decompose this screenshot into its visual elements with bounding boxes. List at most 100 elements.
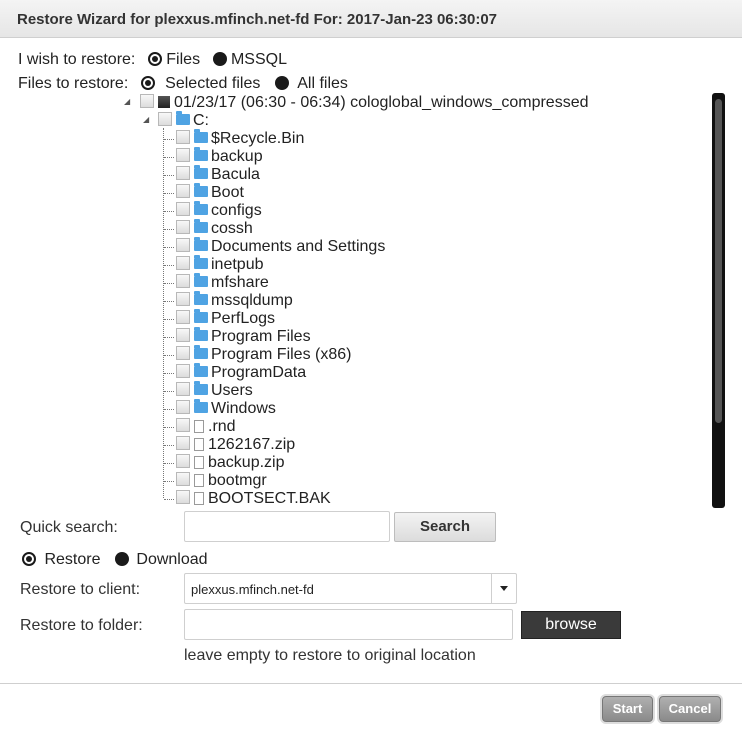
tree-item-label[interactable]: configs — [211, 202, 262, 219]
folder-icon — [194, 363, 208, 377]
tree-item-checkbox[interactable] — [176, 130, 190, 144]
folder-icon — [194, 183, 208, 197]
tree-item-label[interactable]: 1262167.zip — [208, 436, 295, 453]
tree-item-label[interactable]: Users — [211, 382, 253, 399]
tree-item: Bacula — [176, 165, 260, 184]
tree-guide-branch — [164, 211, 174, 212]
tree-item-checkbox[interactable] — [176, 256, 190, 270]
tree-item-label[interactable]: bootmgr — [208, 472, 267, 489]
tree-item-label[interactable]: backup — [211, 148, 263, 165]
collapse-icon[interactable]: ◢ — [143, 115, 149, 124]
radio-all-files-label: All files — [297, 75, 348, 92]
tree-item-checkbox[interactable] — [176, 220, 190, 234]
radio-files-label: Files — [166, 51, 201, 68]
tree-item: ProgramData — [176, 363, 306, 382]
tree-item-label[interactable]: BOOTSECT.BAK — [208, 490, 331, 507]
tree-item-checkbox[interactable] — [176, 418, 190, 432]
radio-download[interactable] — [114, 552, 129, 566]
tree-item: $Recycle.Bin — [176, 129, 304, 148]
tree-scrollbar[interactable] — [712, 93, 725, 508]
tree-item-label[interactable]: Program Files — [211, 328, 311, 345]
tree-scrollbar-thumb[interactable] — [715, 99, 722, 423]
tree-item-label[interactable]: inetpub — [211, 256, 264, 273]
tree-item-checkbox[interactable] — [176, 274, 190, 288]
tree-item: backup.zip — [176, 454, 285, 472]
cancel-button[interactable]: Cancel — [659, 696, 721, 722]
tree-item-checkbox[interactable] — [176, 454, 190, 468]
tree-guide-branch — [164, 445, 174, 446]
tree-guide-branch — [164, 301, 174, 302]
tree-item-checkbox[interactable] — [176, 310, 190, 324]
tree-item: PerfLogs — [176, 309, 275, 328]
tree-item-label[interactable]: Documents and Settings — [211, 238, 385, 255]
restore-to-client-value: plexxus.mfinch.net-fd — [191, 582, 314, 597]
tree-item-checkbox[interactable] — [176, 184, 190, 198]
folder-icon — [194, 309, 208, 323]
tree-item-label[interactable]: Windows — [211, 400, 276, 417]
tree-drive: C: — [158, 111, 209, 130]
tree-item: mssqldump — [176, 291, 293, 310]
tree-item-checkbox[interactable] — [176, 436, 190, 450]
folder-icon — [194, 327, 208, 341]
files-to-restore-row: Files to restore: Selected files All fil… — [18, 75, 348, 93]
radio-files[interactable] — [147, 52, 162, 66]
tree-item-checkbox[interactable] — [176, 202, 190, 216]
restore-to-folder-input[interactable] — [184, 609, 513, 640]
folder-icon — [194, 129, 208, 143]
tree-item: bootmgr — [176, 472, 267, 490]
collapse-icon[interactable]: ◢ — [124, 97, 130, 106]
tree-drive-label[interactable]: C: — [193, 112, 209, 129]
tree-item-checkbox[interactable] — [176, 328, 190, 342]
tree-item-label[interactable]: backup.zip — [208, 454, 285, 471]
tree-item-checkbox[interactable] — [176, 346, 190, 360]
quick-search-input[interactable] — [184, 511, 390, 542]
tree-item-checkbox[interactable] — [176, 148, 190, 162]
tree-item-label[interactable]: $Recycle.Bin — [211, 130, 304, 147]
radio-restore[interactable] — [22, 552, 36, 566]
radio-mssql[interactable] — [212, 52, 227, 66]
tree-guide-branch — [164, 427, 174, 428]
tree-root-label[interactable]: 01/23/17 (06:30 - 06:34) cologlobal_wind… — [174, 94, 588, 111]
tree-item-checkbox[interactable] — [176, 382, 190, 396]
tree-item-checkbox[interactable] — [176, 292, 190, 306]
drive-icon — [158, 96, 170, 108]
tree-root-checkbox[interactable] — [140, 94, 154, 108]
tree-item-label[interactable]: .rnd — [208, 418, 236, 435]
tree-item-checkbox[interactable] — [176, 166, 190, 180]
restore-type-row: I wish to restore: Files MSSQL — [18, 51, 287, 69]
tree-item-label[interactable]: Bacula — [211, 166, 260, 183]
radio-mssql-label: MSSQL — [230, 51, 287, 68]
tree-drive-checkbox[interactable] — [158, 112, 172, 126]
tree-item-label[interactable]: mssqldump — [211, 292, 293, 309]
tree-item-label[interactable]: Program Files (x86) — [211, 346, 351, 363]
search-button[interactable]: Search — [394, 512, 496, 542]
tree-item-label[interactable]: Boot — [211, 184, 244, 201]
tree-item-label[interactable]: PerfLogs — [211, 310, 275, 327]
restore-to-client-select[interactable]: plexxus.mfinch.net-fd — [184, 573, 517, 604]
tree-item-label[interactable]: mfshare — [211, 274, 269, 291]
tree-item: configs — [176, 201, 262, 220]
browse-button[interactable]: browse — [521, 611, 621, 639]
tree-item: Users — [176, 381, 253, 400]
tree-item-checkbox[interactable] — [176, 490, 190, 504]
tree-item-checkbox[interactable] — [176, 400, 190, 414]
tree-item-checkbox[interactable] — [176, 472, 190, 486]
folder-icon — [194, 345, 208, 359]
tree-guide-branch — [164, 265, 174, 266]
tree-item: .rnd — [176, 418, 236, 436]
file-icon — [194, 420, 204, 433]
chevron-down-icon[interactable] — [491, 574, 516, 603]
start-button[interactable]: Start — [602, 696, 653, 722]
radio-restore-label: Restore — [44, 551, 101, 568]
tree-guide-branch — [164, 409, 174, 410]
tree-item-label[interactable]: cossh — [211, 220, 253, 237]
radio-selected-files[interactable] — [140, 76, 155, 90]
tree-item-label[interactable]: ProgramData — [211, 364, 306, 381]
tree-item-checkbox[interactable] — [176, 238, 190, 252]
tree-guide-branch — [164, 157, 174, 158]
radio-all-files[interactable] — [274, 76, 289, 90]
tree-guide-branch — [164, 139, 174, 140]
tree-item-checkbox[interactable] — [176, 364, 190, 378]
dialog-title: Restore Wizard for plexxus.mfinch.net-fd… — [17, 11, 497, 28]
tree-guide — [163, 128, 164, 498]
